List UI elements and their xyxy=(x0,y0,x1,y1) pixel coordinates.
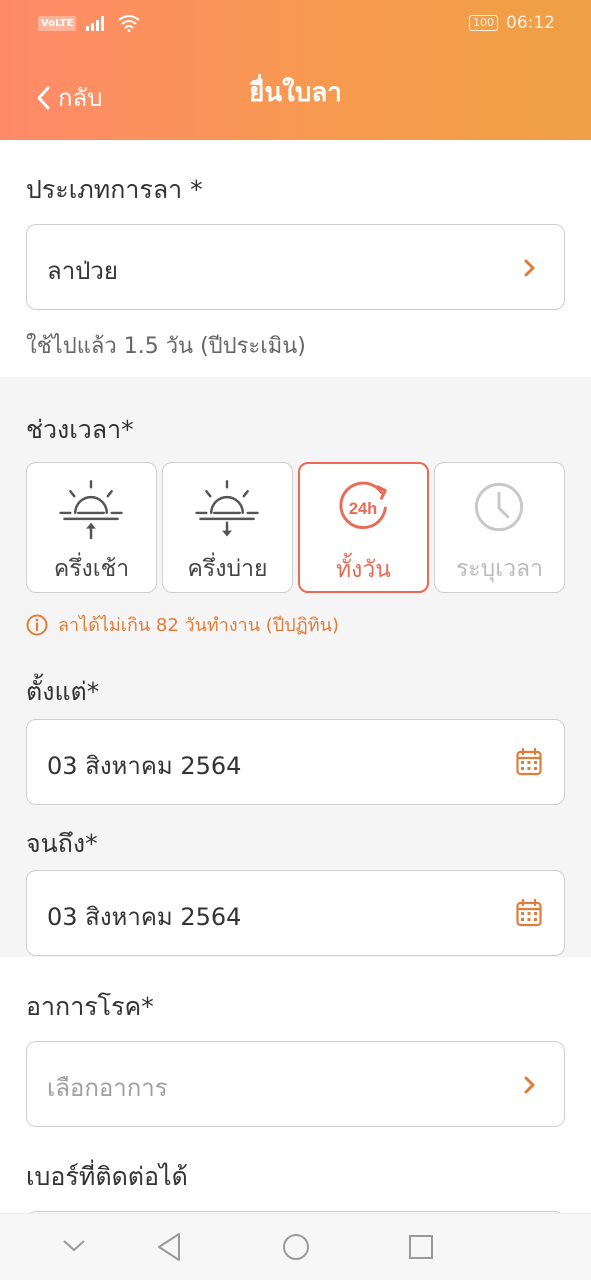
period-option-label: ระบุเวลา xyxy=(455,556,544,582)
symptom-label: อาการโรค* xyxy=(26,992,154,1021)
page-title: ยื่นใบลา xyxy=(249,78,342,108)
wifi-icon xyxy=(118,15,141,32)
period-warning-text: ลาได้ไม่เกิน 82 วันทำงาน (ปีปฏิทิน) xyxy=(58,615,339,636)
sunrise-icon xyxy=(59,480,123,539)
date-from-label: ตั้งแต่* xyxy=(26,677,100,706)
leave-type-label: ประเภทการลา * xyxy=(26,175,203,204)
date-from-value: 03 สิงหาคม 2564 xyxy=(47,752,242,780)
recents-nav-icon[interactable] xyxy=(408,1232,434,1262)
battery-indicator: 100 xyxy=(469,15,498,31)
app-header: VoLTE 100 06:12 กลับ ยื่นใบลา xyxy=(0,0,591,140)
clock-icon xyxy=(474,482,524,532)
contact-label: เบอร์ที่ติดต่อได้ xyxy=(26,1162,188,1191)
date-to-label: จนถึง* xyxy=(26,829,98,858)
chevron-down-icon[interactable] xyxy=(62,1238,86,1254)
period-option-afternoon[interactable]: ครึ่งบ่าย xyxy=(162,462,293,593)
sunset-icon xyxy=(195,480,259,537)
calendar-icon[interactable] xyxy=(516,748,542,776)
period-option-label: ทั้งวัน xyxy=(335,557,392,583)
leave-type-value: ลาป่วย xyxy=(47,257,118,285)
svg-text:24h: 24h xyxy=(349,500,377,518)
symptom-select[interactable]: เลือกอาการ xyxy=(26,1041,565,1127)
leave-usage-note: ใช้ไปแล้ว 1.5 วัน (ปีประเมิน) xyxy=(26,334,306,359)
status-bar: VoLTE 100 06:12 xyxy=(0,0,591,48)
chevron-right-icon xyxy=(524,259,535,277)
period-option-custom[interactable]: ระบุเวลา xyxy=(434,462,565,593)
symptom-placeholder: เลือกอาการ xyxy=(47,1074,168,1102)
clock-time: 06:12 xyxy=(506,13,555,33)
system-nav-bar xyxy=(0,1213,591,1280)
symptom-section: อาการโรค* เลือกอาการ เบอร์ที่ติดต่อได้ xyxy=(0,957,591,1221)
24h-icon: 24h xyxy=(339,481,387,530)
chevron-right-icon xyxy=(524,1076,535,1094)
period-option-label: ครึ่งเช้า xyxy=(53,556,130,582)
date-from-field[interactable]: 03 สิงหาคม 2564 xyxy=(26,719,565,805)
back-nav-icon[interactable] xyxy=(156,1232,182,1262)
leave-type-section: ประเภทการลา * ลาป่วย ใช้ไปแล้ว 1.5 วัน (… xyxy=(0,140,591,377)
volte-badge: VoLTE xyxy=(38,15,77,31)
leave-type-select[interactable]: ลาป่วย xyxy=(26,224,565,310)
date-to-value: 03 สิงหาคม 2564 xyxy=(47,903,242,931)
info-icon xyxy=(26,614,48,635)
home-nav-icon[interactable] xyxy=(282,1232,310,1262)
date-to-field[interactable]: 03 สิงหาคม 2564 xyxy=(26,870,565,956)
period-option-fullday[interactable]: 24h ทั้งวัน xyxy=(298,462,429,593)
signal-icon xyxy=(86,16,105,31)
period-warning: ลาได้ไม่เกิน 82 วันทำงาน (ปีปฏิทิน) xyxy=(26,610,339,639)
period-option-morning[interactable]: ครึ่งเช้า xyxy=(26,462,157,593)
calendar-icon[interactable] xyxy=(516,899,542,927)
period-option-label: ครึ่งบ่าย xyxy=(187,556,268,582)
period-label: ช่วงเวลา* xyxy=(26,415,134,444)
